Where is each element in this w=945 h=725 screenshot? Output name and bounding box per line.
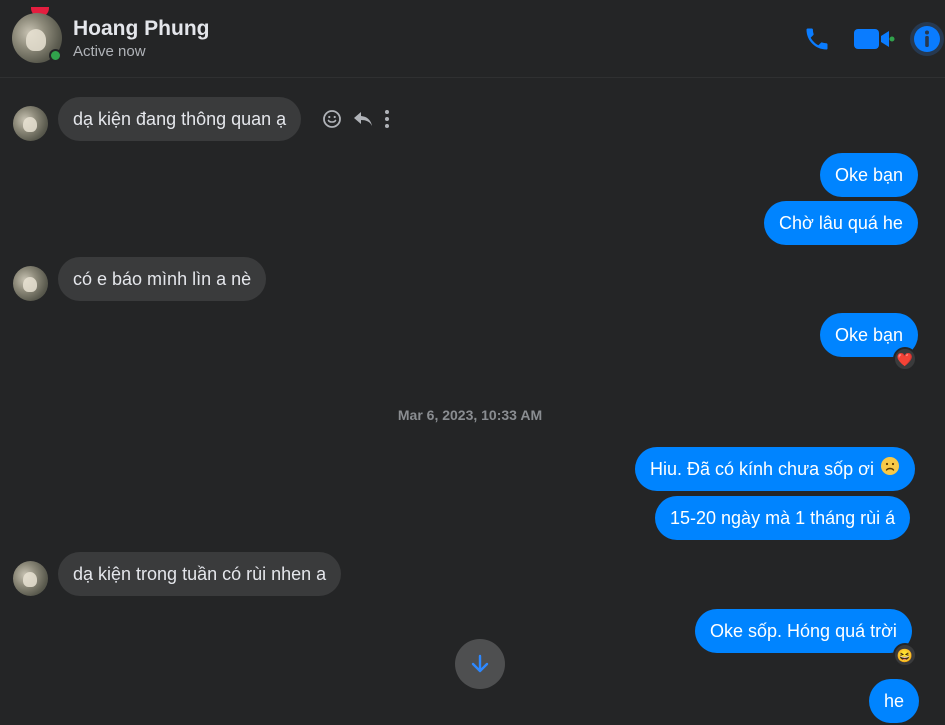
laughing-reaction-icon[interactable]: 😆 bbox=[893, 643, 917, 667]
message-bubble-outgoing[interactable]: Oke sốp. Hóng quá trời bbox=[695, 609, 912, 653]
message-text: Hiu. Đã có kính chưa sốp ơi bbox=[650, 459, 874, 479]
contact-name[interactable]: Hoang Phung bbox=[73, 17, 209, 41]
message-actions bbox=[322, 108, 390, 130]
more-icon[interactable] bbox=[384, 109, 390, 129]
heart-reaction-icon[interactable]: ❤️ bbox=[893, 347, 917, 371]
message-timestamp: Mar 6, 2023, 10:33 AM bbox=[397, 407, 543, 423]
message-bubble-outgoing[interactable]: Chờ lâu quá he bbox=[764, 201, 918, 245]
arrow-down-icon bbox=[471, 654, 489, 673]
sender-avatar[interactable] bbox=[13, 266, 48, 301]
message-bubble-outgoing[interactable]: Hiu. Đã có kính chưa sốp ơi bbox=[635, 447, 915, 491]
sad-face-emoji-icon bbox=[880, 448, 900, 492]
message-list[interactable]: dạ kiện đang thông quan ạ Oke bạn Chờ lâ… bbox=[0, 79, 945, 725]
online-status-dot bbox=[49, 49, 62, 62]
sender-avatar[interactable] bbox=[13, 561, 48, 596]
message-bubble-outgoing[interactable]: he bbox=[869, 679, 920, 723]
video-icon[interactable] bbox=[853, 22, 895, 56]
sender-avatar[interactable] bbox=[13, 106, 48, 141]
contact-status: Active now bbox=[73, 43, 146, 60]
conversation-header: Hoang Phung Active now bbox=[0, 0, 945, 78]
react-icon[interactable] bbox=[322, 109, 342, 129]
message-bubble-incoming[interactable]: có e báo mình lìn a nè bbox=[58, 257, 267, 301]
call-icon[interactable] bbox=[801, 22, 833, 56]
reply-icon[interactable] bbox=[352, 110, 374, 128]
info-icon[interactable] bbox=[909, 22, 945, 56]
contact-avatar[interactable] bbox=[12, 7, 62, 63]
message-bubble-outgoing[interactable]: 15-20 ngày mà 1 tháng rùi á bbox=[655, 496, 911, 540]
message-bubble-incoming[interactable]: dạ kiện đang thông quan ạ bbox=[58, 97, 302, 141]
scroll-to-bottom-button[interactable] bbox=[455, 639, 505, 689]
message-bubble-outgoing[interactable]: Oke bạn bbox=[820, 153, 919, 197]
message-bubble-incoming[interactable]: dạ kiện trong tuần có rùi nhen a bbox=[58, 552, 342, 596]
